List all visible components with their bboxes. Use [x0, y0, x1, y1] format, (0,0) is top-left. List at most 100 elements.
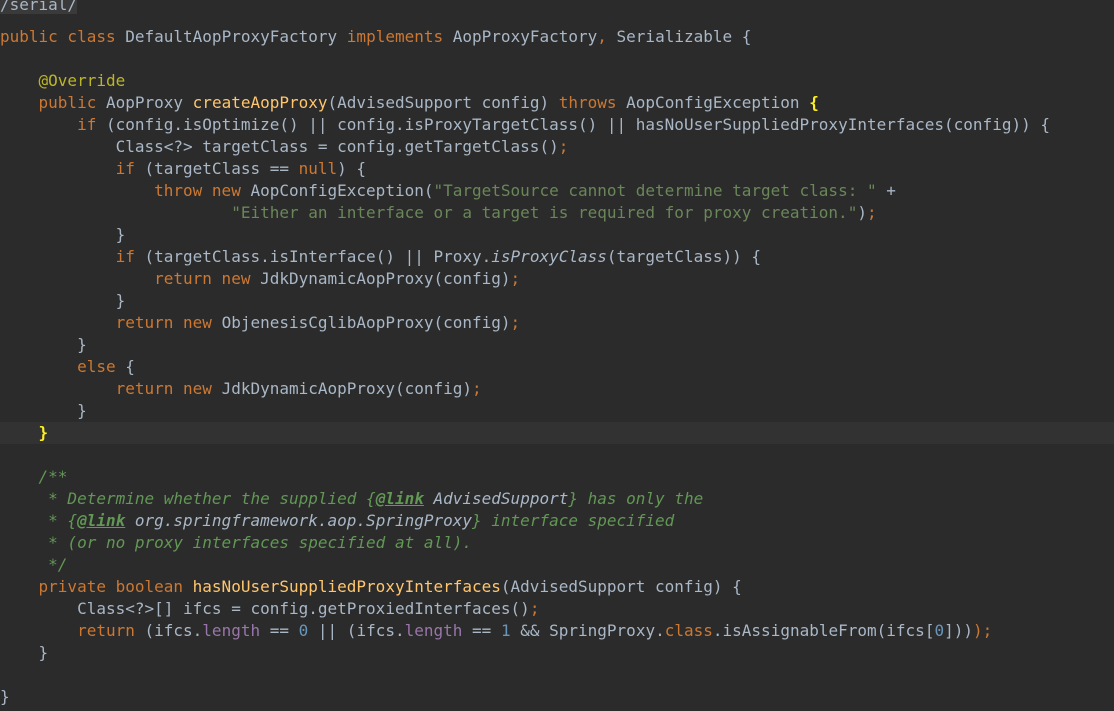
code-token: ,: [597, 27, 617, 46]
code-line[interactable]: if (config.isOptimize() || config.isProx…: [0, 114, 1114, 136]
code-line[interactable]: [0, 664, 1114, 686]
code-line[interactable]: Class<?> targetClass = config.getTargetC…: [0, 136, 1114, 158]
code-line[interactable]: /**: [0, 466, 1114, 488]
code-token: if: [115, 247, 145, 266]
code-token: Class<?> targetClass = config.getTargetC…: [0, 137, 559, 156]
code-token: AopConfigException(: [250, 181, 434, 200]
code-line[interactable]: public AopProxy createAopProxy(AdvisedSu…: [0, 92, 1114, 114]
code-token: /**: [0, 467, 68, 486]
code-token: 0: [934, 621, 945, 640]
code-token: return new: [154, 269, 261, 288]
code-token: }: [0, 291, 126, 310]
code-line[interactable]: */: [0, 554, 1114, 576]
code-token: 0: [298, 621, 318, 640]
code-line[interactable]: }: [0, 686, 1114, 708]
code-line[interactable]: }: [0, 642, 1114, 664]
code-token: "Either an interface or a target is requ…: [231, 203, 858, 222]
code-token: }: [0, 401, 87, 420]
code-token: implements: [346, 27, 453, 46]
code-line[interactable]: private boolean hasNoUserSuppliedProxyIn…: [0, 576, 1114, 598]
code-token: }: [0, 335, 87, 354]
code-token: class: [664, 621, 713, 640]
code-token: ==: [472, 621, 501, 640]
code-line[interactable]: return new ObjenesisCglibAopProxy(config…: [0, 312, 1114, 334]
code-line[interactable]: * Determine whether the supplied {@link …: [0, 488, 1114, 510]
code-line[interactable]: public class DefaultAopProxyFactory impl…: [0, 26, 1114, 48]
code-line[interactable]: }: [0, 400, 1114, 422]
code-line[interactable]: "Either an interface or a target is requ…: [0, 202, 1114, 224]
code-token: * Determine whether the supplied {: [0, 489, 376, 508]
code-line[interactable]: if (targetClass == null) {: [0, 158, 1114, 180]
code-token: } interface specified: [472, 511, 675, 530]
code-line[interactable]: throw new AopConfigException("TargetSour…: [0, 180, 1114, 202]
code-token: length: [404, 621, 473, 640]
code-token: .isAssignableFrom(ifcs[: [712, 621, 935, 640]
code-token: if: [77, 115, 106, 134]
code-line[interactable]: }: [0, 290, 1114, 312]
code-token: +: [886, 181, 896, 200]
code-token: }: [0, 225, 126, 244]
code-line[interactable]: }: [0, 224, 1114, 246]
code-token: throws: [558, 93, 627, 112]
code-token: return new: [115, 313, 222, 332]
code-token: AopProxy: [105, 93, 193, 112]
code-token: else: [77, 357, 126, 376]
code-line[interactable]: }: [0, 334, 1114, 356]
code-line[interactable]: [0, 48, 1114, 70]
code-token: }: [0, 643, 49, 662]
code-editor[interactable]: /serial/public class DefaultAopProxyFact…: [0, 0, 1114, 711]
code-line[interactable]: /serial/: [0, 0, 1114, 16]
code-token: * {: [0, 511, 78, 530]
code-token: }: [0, 687, 10, 706]
code-token: if: [115, 159, 145, 178]
code-line[interactable]: Class<?>[] ifcs = config.getProxiedInter…: [0, 598, 1114, 620]
code-token: ;: [510, 313, 521, 332]
code-token: public class: [0, 27, 126, 46]
code-line[interactable]: if (targetClass.isInterface() || Proxy.i…: [0, 246, 1114, 268]
code-token: AdvisedSupport: [423, 489, 569, 508]
code-token: DefaultAopProxyFactory: [125, 27, 347, 46]
code-token: null: [298, 159, 338, 178]
code-token: return: [77, 621, 145, 640]
code-line[interactable]: [0, 444, 1114, 466]
code-token: JdkDynamicAopProxy(config): [221, 379, 473, 398]
code-line[interactable]: return new JdkDynamicAopProxy(config);: [0, 268, 1114, 290]
code-token: (config.isOptimize() || config.isProxyTa…: [105, 115, 1050, 134]
code-line[interactable]: else {: [0, 356, 1114, 378]
code-token: ) {: [337, 159, 367, 178]
code-token: ): [857, 203, 867, 222]
code-line[interactable]: * {@link org.springframework.aop.SpringP…: [0, 510, 1114, 532]
code-token: createAopProxy: [192, 93, 328, 112]
code-token: Serializable {: [616, 27, 752, 46]
code-token: || (ifcs.: [317, 621, 405, 640]
code-line[interactable]: return (ifcs.length == 0 || (ifcs.length…: [0, 620, 1114, 642]
code-token: @Override: [38, 71, 126, 90]
code-token: ;: [866, 203, 877, 222]
code-line[interactable]: @Override: [0, 70, 1114, 92]
code-token: AopConfigException: [626, 93, 810, 112]
code-token: ;: [558, 137, 569, 156]
code-line[interactable]: }: [0, 422, 1114, 444]
code-line[interactable]: return new JdkDynamicAopProxy(config);: [0, 378, 1114, 400]
code-token: }: [38, 423, 49, 442]
code-token: isProxyClass: [491, 247, 607, 266]
code-token: AopProxyFactory: [452, 27, 598, 46]
code-line[interactable]: * (or no proxy interfaces specified at a…: [0, 532, 1114, 554]
code-token: (AdvisedSupport config): [327, 93, 559, 112]
code-token: /serial/: [0, 0, 78, 14]
code-token: );: [973, 621, 993, 640]
code-token: (AdvisedSupport config) {: [500, 577, 742, 596]
code-token: org.springframework.aop.SpringProxy: [125, 511, 473, 530]
code-token: Class<?>[] ifcs = config.getProxiedInter…: [0, 599, 530, 618]
code-token: ==: [269, 621, 299, 640]
code-token: ;: [510, 269, 521, 288]
code-token: {: [809, 93, 819, 112]
